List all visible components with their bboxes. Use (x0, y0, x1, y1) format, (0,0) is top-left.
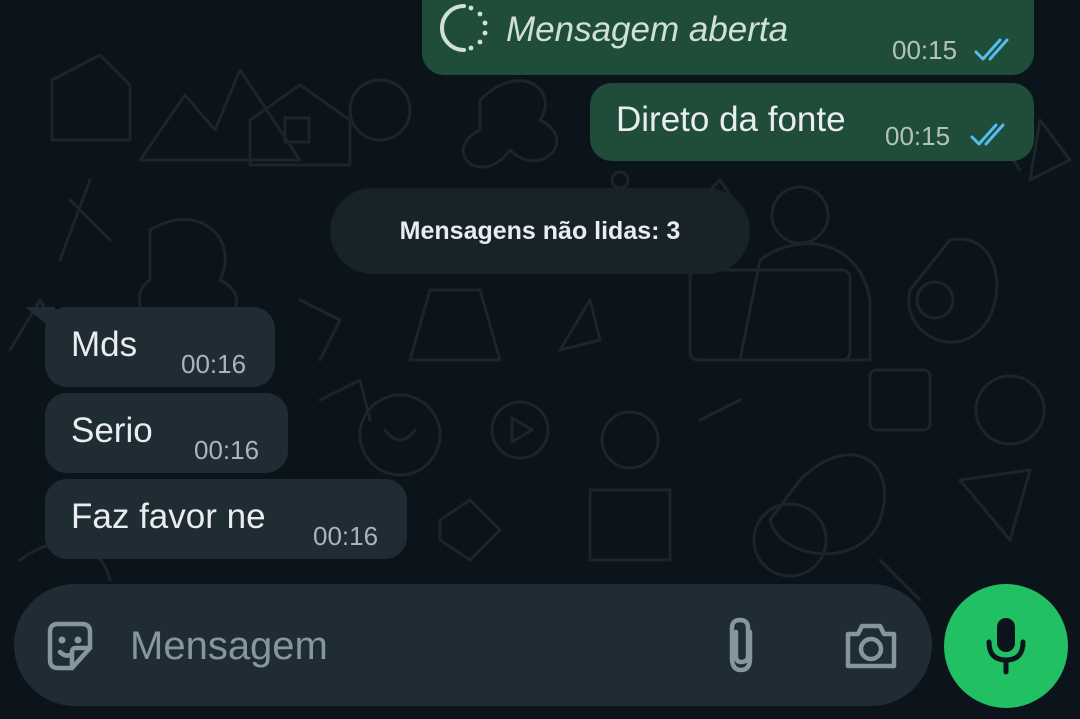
message-time: 00:16 (181, 349, 247, 379)
chat-screen: Mensagem aberta 00:15 Direto da fonte 00… (0, 0, 1080, 719)
double-check-read-icon (974, 38, 1009, 61)
microphone-icon (986, 618, 1026, 675)
message-input[interactable] (128, 614, 692, 678)
message-text: Mensagem aberta (506, 10, 789, 49)
view-once-opened-icon (440, 4, 488, 52)
outgoing-message[interactable]: Direto da fonte 00:15 (590, 83, 1034, 161)
paperclip-icon[interactable] (716, 616, 766, 676)
incoming-message[interactable]: Mds 00:16 (25, 307, 275, 387)
message-composer (14, 584, 932, 706)
sticker-icon[interactable] (42, 618, 98, 674)
incoming-message[interactable]: Faz favor ne 00:16 (45, 479, 407, 559)
double-check-read-icon (970, 123, 1005, 146)
message-time: 00:16 (194, 435, 260, 465)
camera-icon[interactable] (842, 620, 900, 672)
message-text: Faz favor ne (71, 497, 266, 536)
message-text: Mds (71, 325, 138, 364)
message-time: 00:15 (892, 35, 958, 65)
message-time: 00:16 (313, 521, 379, 551)
outgoing-message[interactable]: Mensagem aberta 00:15 (422, 0, 1034, 75)
voice-message-button[interactable] (944, 584, 1068, 708)
message-text: Serio (71, 411, 153, 450)
message-text: Direto da fonte (616, 100, 846, 139)
bubble-tail (25, 307, 55, 331)
unread-messages-divider: Mensagens não lidas: 3 (330, 188, 750, 274)
message-time: 00:15 (885, 121, 951, 151)
incoming-message[interactable]: Serio 00:16 (45, 393, 288, 473)
